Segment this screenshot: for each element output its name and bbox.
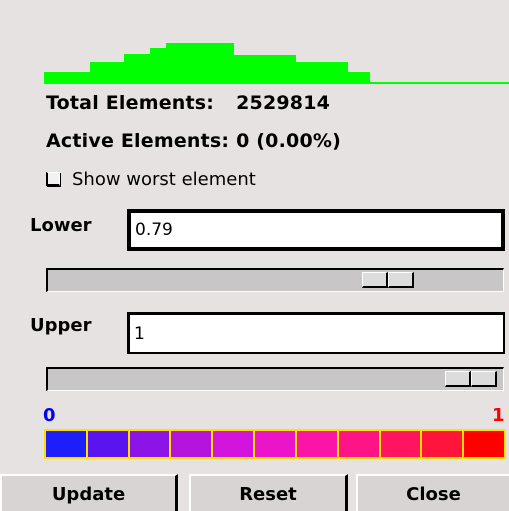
color-swatch: [213, 431, 254, 457]
color-swatch: [380, 431, 421, 457]
active-elements-label: Active Elements:: [46, 130, 230, 152]
show-worst-element-label: Show worst element: [72, 168, 256, 190]
color-swatch: [46, 431, 86, 457]
total-elements-value: 2529814: [236, 92, 331, 114]
color-swatch: [255, 431, 295, 457]
reset-button[interactable]: Reset: [189, 474, 348, 511]
color-scale-max-label: 1: [492, 405, 505, 426]
color-swatch: [87, 431, 128, 457]
histogram-bar: [166, 43, 186, 84]
color-scale-min-label: 0: [43, 405, 56, 426]
histogram-bar: [186, 43, 234, 84]
lower-label: Lower: [30, 215, 92, 236]
quality-histogram: [44, 43, 509, 84]
upper-field[interactable]: [127, 312, 505, 354]
lower-slider-thumb[interactable]: [362, 272, 414, 288]
histogram-bar: [296, 62, 348, 84]
color-swatch: [296, 431, 337, 457]
color-swatch: [129, 431, 170, 457]
total-elements-label: Total Elements:: [46, 92, 215, 114]
show-worst-element-checkbox[interactable]: Show worst element: [46, 167, 256, 191]
upper-input[interactable]: [130, 315, 503, 352]
color-swatch: [171, 431, 212, 457]
histogram-bar: [124, 54, 150, 84]
checkbox-box[interactable]: [46, 172, 60, 186]
upper-slider[interactable]: [46, 367, 504, 391]
total-elements-line: Total Elements: 2529814: [46, 92, 330, 114]
lower-field[interactable]: [127, 209, 505, 251]
histogram-bar: [90, 62, 124, 84]
lower-slider[interactable]: [46, 268, 504, 292]
color-swatch: [422, 431, 463, 457]
upper-slider-thumb[interactable]: [445, 371, 497, 387]
histogram-bar: [150, 48, 166, 84]
upper-label: Upper: [30, 315, 92, 336]
lower-input[interactable]: [131, 213, 501, 247]
active-elements-value: 0 (0.00%): [236, 130, 341, 152]
update-button[interactable]: Update: [0, 474, 178, 511]
histogram-bar: [234, 55, 296, 84]
close-button[interactable]: Close: [356, 474, 509, 511]
color-swatch: [338, 431, 379, 457]
color-swatch: [464, 431, 504, 457]
active-elements-line: Active Elements: 0 (0.00%): [46, 130, 341, 152]
color-scale-bar: [44, 429, 506, 459]
